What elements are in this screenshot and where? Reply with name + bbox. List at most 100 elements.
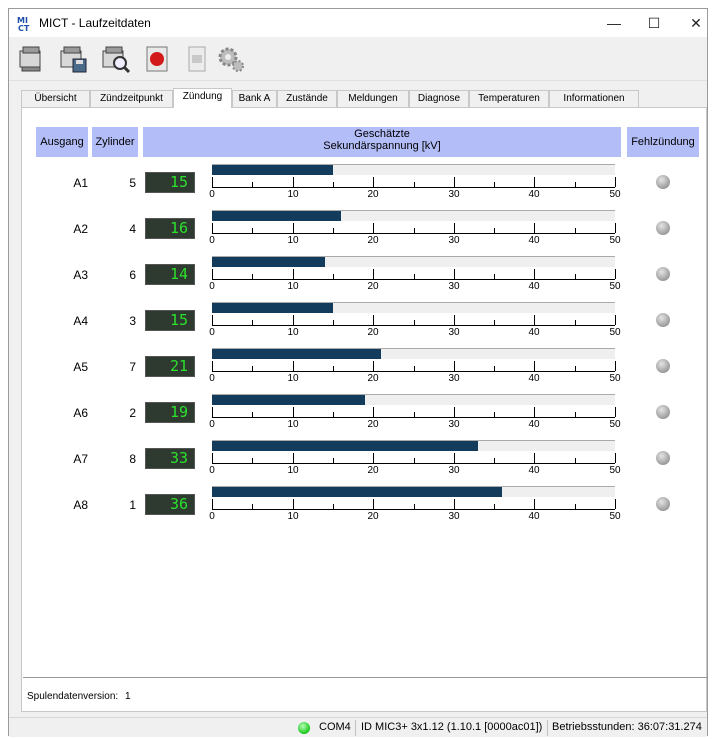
scale-axis xyxy=(212,233,615,234)
minimize-button[interactable]: — xyxy=(599,13,629,33)
scale-tick-label: 30 xyxy=(448,327,460,338)
voltage-bar-fill xyxy=(212,303,333,313)
scale-tick-label: 0 xyxy=(209,511,215,522)
coil-data-version: Spulendatenversion: 1 xyxy=(27,691,131,702)
scale-tick xyxy=(494,412,495,417)
scale-tick xyxy=(494,458,495,463)
scale-tick-label: 40 xyxy=(528,465,540,476)
scale-axis xyxy=(212,509,615,510)
title-bar[interactable]: MI CT MICT - Laufzeitdaten — ☐ ✕ xyxy=(9,9,707,37)
voltage-bar-fill xyxy=(212,349,381,359)
scale-tick-label: 50 xyxy=(609,281,621,292)
zuendung-panel: Ausgang Zylinder Geschätzte Sekundärspan… xyxy=(21,107,707,712)
tab-4[interactable]: Zustände xyxy=(277,90,337,107)
scale-tick-label: 20 xyxy=(367,235,379,246)
scale-tick xyxy=(293,177,294,187)
scale-tick xyxy=(373,361,374,371)
tab-0[interactable]: Übersicht xyxy=(21,90,90,107)
scale-tick xyxy=(333,366,334,371)
ausgang-label: A4 xyxy=(73,314,88,328)
scale-tick xyxy=(333,274,334,279)
scale-tick xyxy=(212,453,213,463)
scale-tick xyxy=(414,412,415,417)
scale-tick xyxy=(575,412,576,417)
computer-save-icon[interactable] xyxy=(57,43,89,75)
voltage-bar-fill xyxy=(212,441,478,451)
scale-tick xyxy=(494,228,495,233)
scale-tick xyxy=(373,269,374,279)
settings-gear-icon[interactable] xyxy=(215,43,247,75)
scale-tick xyxy=(333,182,334,187)
tab-3[interactable]: Bank A xyxy=(232,90,277,107)
scale-tick-label: 0 xyxy=(209,327,215,338)
computer-read-icon[interactable] xyxy=(15,43,47,75)
scale-tick xyxy=(333,228,334,233)
scale-tick xyxy=(534,499,535,509)
ausgang-label: A8 xyxy=(73,498,88,512)
misfire-indicator-icon xyxy=(656,497,670,511)
scale-tick xyxy=(373,499,374,509)
computer-search-icon[interactable] xyxy=(99,43,131,75)
scale-tick xyxy=(534,315,535,325)
scale-tick-label: 10 xyxy=(287,281,299,292)
voltage-bar-fill xyxy=(212,211,341,221)
scale-tick xyxy=(494,504,495,509)
zylinder-label: 5 xyxy=(129,176,136,190)
scale-tick-label: 10 xyxy=(287,511,299,522)
scale-axis xyxy=(212,417,615,418)
record-icon[interactable] xyxy=(141,43,173,75)
scale-tick-label: 20 xyxy=(367,281,379,292)
scale-tick xyxy=(494,320,495,325)
scale-tick-label: 50 xyxy=(609,189,621,200)
tab-6[interactable]: Diagnose xyxy=(409,90,469,107)
scale-tick xyxy=(414,274,415,279)
tab-2[interactable]: Zündung xyxy=(173,88,232,108)
scale-tick-label: 0 xyxy=(209,189,215,200)
scale-tick xyxy=(212,499,213,509)
scale-tick-label: 40 xyxy=(528,281,540,292)
scale-tick xyxy=(252,412,253,417)
scale-tick xyxy=(454,315,455,325)
status-divider xyxy=(547,720,548,736)
zylinder-label: 4 xyxy=(129,222,136,236)
svg-text:CT: CT xyxy=(18,24,30,31)
scale-tick-label: 40 xyxy=(528,189,540,200)
separator-line xyxy=(23,677,707,678)
close-button[interactable]: ✕ xyxy=(681,13,711,33)
voltage-bar-fill xyxy=(212,165,333,175)
scale-tick xyxy=(252,366,253,371)
scale-tick-label: 20 xyxy=(367,373,379,384)
scale-tick xyxy=(615,177,616,187)
maximize-button[interactable]: ☐ xyxy=(639,13,669,33)
scale-tick xyxy=(575,458,576,463)
voltage-display: 33 xyxy=(145,448,195,469)
scale-tick xyxy=(373,223,374,233)
scale-tick xyxy=(534,177,535,187)
scale-tick xyxy=(252,274,253,279)
zylinder-label: 7 xyxy=(129,360,136,374)
scale-tick-label: 50 xyxy=(609,419,621,430)
scale-tick-label: 50 xyxy=(609,235,621,246)
zylinder-label: 1 xyxy=(129,498,136,512)
scale-tick xyxy=(414,182,415,187)
scale-tick-label: 30 xyxy=(448,235,460,246)
scale-tick-label: 10 xyxy=(287,327,299,338)
scale-axis xyxy=(212,463,615,464)
ausgang-label: A3 xyxy=(73,268,88,282)
scale-tick-label: 10 xyxy=(287,373,299,384)
scale-tick-label: 20 xyxy=(367,419,379,430)
ausgang-label: A1 xyxy=(73,176,88,190)
document-icon[interactable] xyxy=(181,43,213,75)
scale-tick xyxy=(454,269,455,279)
scale-tick xyxy=(293,499,294,509)
tab-7[interactable]: Temperaturen xyxy=(469,90,549,107)
scale-tick xyxy=(414,458,415,463)
tab-1[interactable]: Zündzeitpunkt xyxy=(90,90,173,107)
tab-8[interactable]: Informationen xyxy=(549,90,639,107)
scale-tick-label: 0 xyxy=(209,419,215,430)
ausgang-label: A7 xyxy=(73,452,88,466)
scale-tick xyxy=(494,182,495,187)
scale-tick-label: 40 xyxy=(528,235,540,246)
scale-tick xyxy=(615,407,616,417)
tab-5[interactable]: Meldungen xyxy=(337,90,409,107)
